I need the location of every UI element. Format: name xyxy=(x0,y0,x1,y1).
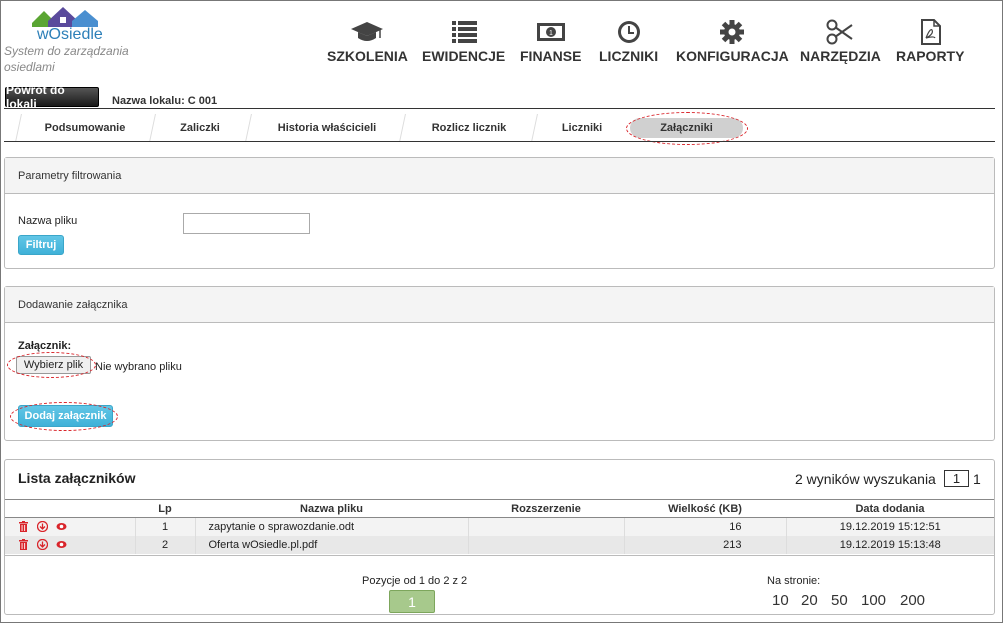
add-attachment-button[interactable]: Dodaj załącznik xyxy=(18,405,113,427)
cell-lp: 1 xyxy=(134,517,195,536)
per-page-label: Na stronie: xyxy=(767,575,821,587)
no-file-text: Nie wybrano pliku xyxy=(95,361,182,373)
nav-label: NARZĘDZIA xyxy=(800,48,881,64)
tab-zaliczki[interactable]: Zaliczki xyxy=(160,118,240,138)
divider xyxy=(4,141,995,142)
per-page-20[interactable]: 20 xyxy=(801,592,818,609)
trash-icon[interactable] xyxy=(18,539,29,551)
nav-label: LICZNIKI xyxy=(599,48,659,64)
nav-label: FINANSE xyxy=(520,48,582,64)
tab-liczniki[interactable]: Liczniki xyxy=(546,118,618,138)
column-header: Lp xyxy=(135,499,195,518)
per-page-100[interactable]: 100 xyxy=(861,592,886,609)
brand-name: wOsiedle xyxy=(37,26,103,43)
nav-label: EWIDENCJE xyxy=(422,48,506,64)
nav-raporty[interactable]: RAPORTY xyxy=(896,18,964,64)
list-title: Lista załączników xyxy=(18,470,136,486)
nav-ewidencje[interactable]: EWIDENCJE xyxy=(422,18,505,64)
filter-panel: Parametry filtrowania xyxy=(4,157,995,269)
tab-rozlicz-licznik[interactable]: Rozlicz licznik xyxy=(415,118,523,138)
column-header: Nazwa pliku xyxy=(195,499,468,518)
graduation-cap-icon xyxy=(351,22,384,41)
nav-label: SZKOLENIA xyxy=(327,48,408,64)
eye-icon[interactable] xyxy=(56,521,67,532)
nav-szkolenia[interactable]: SZKOLENIA xyxy=(327,18,408,64)
cell-extension xyxy=(467,535,624,554)
row-actions xyxy=(5,518,135,536)
file-name-input[interactable] xyxy=(183,213,310,234)
filter-button[interactable]: Filtruj xyxy=(18,235,64,255)
money-icon: 1 xyxy=(536,23,565,41)
results-page-box[interactable]: 1 xyxy=(944,470,969,487)
svg-text:1: 1 xyxy=(549,30,553,37)
scissors-icon xyxy=(826,19,854,45)
cell-lp: 2 xyxy=(134,535,195,554)
per-page-50[interactable]: 50 xyxy=(831,592,848,609)
trash-icon[interactable] xyxy=(18,521,29,533)
per-page-10[interactable]: 10 xyxy=(772,592,789,609)
pdf-file-icon xyxy=(921,19,942,45)
back-to-units-button[interactable]: Powrót do lokali xyxy=(5,83,99,111)
attachment-label: Załącznik: xyxy=(18,340,72,352)
cell-date: 19.12.2019 15:13:48 xyxy=(785,535,994,554)
results-count: 2 wyników wyszukania xyxy=(795,471,936,487)
attachments-table: Lp Nazwa pliku Rozszerzenie Wielkość (KB… xyxy=(5,499,994,554)
row-actions xyxy=(5,536,135,554)
table-row: 1 zapytanie o sprawozdanie.odt 16 19.12.… xyxy=(5,517,994,536)
clock-icon xyxy=(617,21,640,43)
position-info: Pozycje od 1 do 2 z 2 xyxy=(362,575,468,587)
panel-title: Dodawanie załącznika xyxy=(5,287,994,323)
results-total-pages: 1 xyxy=(973,471,981,487)
cell-date: 19.12.2019 15:12:51 xyxy=(785,517,994,536)
column-header: Wielkość (KB) xyxy=(624,499,786,518)
tab-zalaczniki[interactable]: Załączniki xyxy=(630,118,743,138)
cell-file-name: Oferta wOsiedle.pl.pdf xyxy=(194,535,468,554)
column-header: Rozszerzenie xyxy=(468,499,624,518)
tagline: System do zarządzania osiedlami xyxy=(4,44,129,74)
gear-icon xyxy=(720,20,745,44)
nav-label: KONFIGURACJA xyxy=(676,48,789,64)
divider xyxy=(4,108,995,109)
cell-file-name: zapytanie o sprawozdanie.odt xyxy=(194,517,468,536)
download-icon[interactable] xyxy=(37,521,49,533)
per-page-200[interactable]: 200 xyxy=(900,592,925,609)
tab-historia-wlascicieli[interactable]: Historia właścicieli xyxy=(258,118,396,138)
panel-title: Parametry filtrowania xyxy=(5,158,994,194)
list-icon xyxy=(451,21,477,43)
cell-extension xyxy=(467,517,624,536)
nav-liczniki[interactable]: LICZNIKI xyxy=(599,18,658,64)
table-header-row: Lp Nazwa pliku Rozszerzenie Wielkość (KB… xyxy=(5,499,994,518)
column-header: Data dodania xyxy=(786,499,994,518)
divider xyxy=(5,555,994,556)
unit-name-label: Nazwa lokalu: C 001 xyxy=(112,95,218,107)
file-name-label: Nazwa pliku xyxy=(18,215,78,227)
tab-podsumowanie[interactable]: Podsumowanie xyxy=(30,118,140,138)
actions-header xyxy=(5,499,135,518)
eye-icon[interactable] xyxy=(56,539,67,550)
table-row: 2 Oferta wOsiedle.pl.pdf 213 19.12.2019 … xyxy=(5,535,994,554)
download-icon[interactable] xyxy=(37,539,49,551)
choose-file-button[interactable]: Wybierz plik xyxy=(16,356,91,374)
nav-label: RAPORTY xyxy=(896,48,965,64)
nav-narzedzia[interactable]: NARZĘDZIA xyxy=(800,18,881,64)
cell-size: 213 xyxy=(623,535,786,554)
cell-size: 16 xyxy=(623,517,786,536)
page-1-button[interactable]: 1 xyxy=(389,590,435,613)
nav-finanse[interactable]: 1 FINANSE xyxy=(520,18,581,64)
nav-konfiguracja[interactable]: KONFIGURACJA xyxy=(676,18,789,64)
